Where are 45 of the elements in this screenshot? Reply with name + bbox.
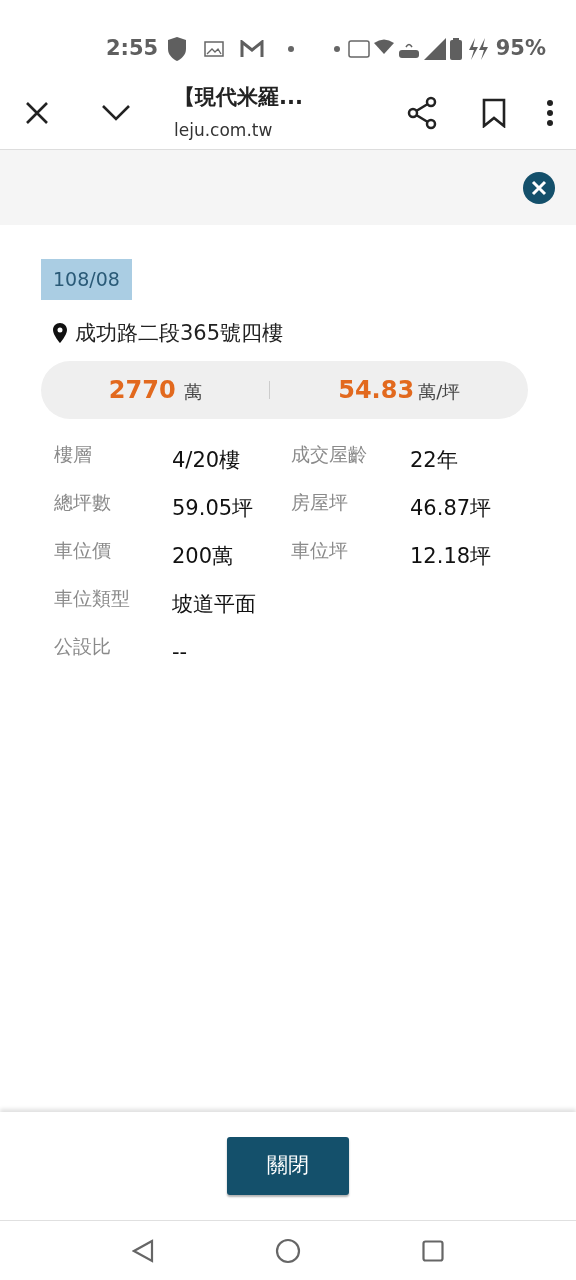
recents-icon[interactable] (422, 1239, 444, 1262)
date-tag: 108/08 (41, 259, 132, 300)
address: 成功路二段365號四樓 (75, 319, 284, 347)
dot-icon (288, 46, 295, 52)
shield-icon (166, 37, 189, 61)
page-title: 【現代米羅... (174, 84, 303, 111)
back-icon[interactable] (132, 1238, 154, 1263)
field-value: 12.18坪 (410, 543, 493, 570)
price-unit: 萬/坪 (418, 380, 461, 404)
field-label: 車位價 (54, 538, 112, 563)
field-label: 房屋坪 (291, 490, 349, 515)
share-icon[interactable] (406, 95, 438, 130)
close-icon[interactable] (26, 101, 48, 124)
chevron-down-icon[interactable] (102, 104, 130, 121)
field-value: 4/20樓 (172, 447, 242, 474)
bookmark-icon[interactable] (482, 97, 506, 128)
battery-percentage: 95% (495, 35, 546, 63)
location-pin-icon (53, 323, 67, 344)
mail-icon (240, 40, 265, 58)
image-icon (204, 41, 225, 57)
clock: 2:55 (106, 35, 159, 63)
close-button[interactable]: 關閉 (227, 1137, 349, 1195)
field-value: -- (172, 639, 189, 666)
field-value: 200萬 (172, 543, 235, 570)
field-label: 成交屋齡 (291, 442, 368, 467)
close-icon (531, 179, 547, 196)
total-price: 2770 (108, 375, 176, 406)
field-label: 公設比 (54, 634, 112, 659)
unit-price: 54.83 (338, 375, 415, 406)
more-options-icon[interactable] (546, 99, 554, 126)
dot-icon (333, 46, 340, 52)
battery-icon (449, 38, 462, 60)
field-value: 坡道平面 (172, 591, 257, 618)
home-icon[interactable] (275, 1237, 301, 1264)
field-label: 總坪數 (54, 490, 112, 515)
field-value: 59.05坪 (172, 495, 255, 522)
field-value: 22年 (410, 447, 459, 474)
field-label: 樓層 (54, 442, 93, 467)
field-label: 車位類型 (54, 586, 131, 611)
field-label: 車位坪 (291, 538, 349, 563)
price-unit: 萬 (183, 380, 202, 404)
field-value: 46.87坪 (410, 495, 493, 522)
page-url: leju.com.tw (174, 118, 274, 142)
signal-icon (423, 38, 446, 60)
close-button[interactable] (523, 171, 555, 204)
